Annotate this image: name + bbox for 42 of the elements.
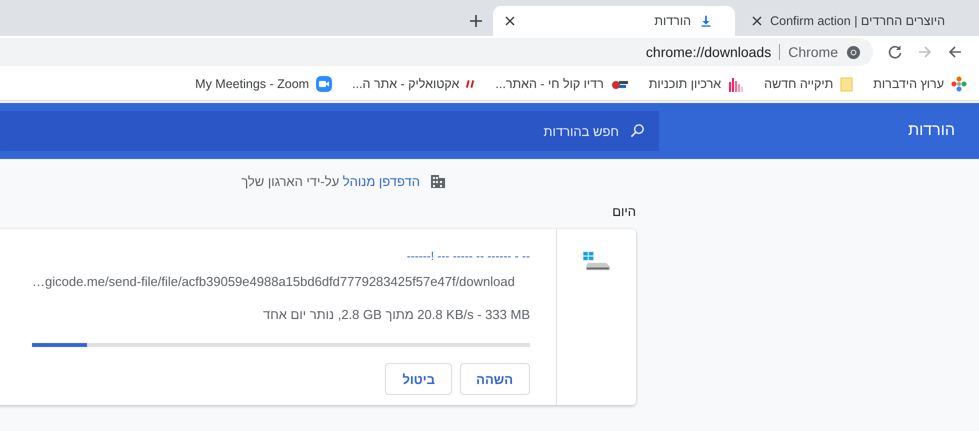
bookmark-title: ארכיון תוכניות	[648, 77, 722, 91]
section-heading: היום	[611, 204, 636, 219]
bookmark-title: רדיו קול חי - האתר...	[495, 77, 604, 91]
url-text: chrome://downloads	[646, 44, 772, 60]
bookmark[interactable]: רדיו קול חי - האתר...	[495, 77, 629, 91]
managed-notice: הדפדפן מנוהל על-ידי הארגון שלך	[241, 174, 420, 188]
folder-icon	[840, 76, 854, 92]
close-icon[interactable]	[505, 16, 515, 26]
page-title: הורדות	[907, 122, 956, 140]
chrome-icon	[846, 44, 861, 60]
close-icon[interactable]	[752, 16, 762, 26]
reload-icon[interactable]	[887, 44, 903, 60]
new-tab-icon[interactable]	[469, 14, 483, 28]
browser-tab[interactable]: הורדות	[493, 6, 735, 36]
flower-icon	[951, 76, 967, 92]
tab-title: הורדות	[654, 14, 691, 28]
search-field[interactable]: חפש בהורדות	[0, 111, 659, 151]
file-name[interactable]: -- - ------ -- ----- --- !------	[406, 249, 530, 263]
bookmark[interactable]: תיקייה חדשה	[764, 76, 854, 92]
download-icon	[699, 14, 713, 28]
bookmark[interactable]: ארכיון תוכניות	[648, 76, 744, 92]
scheme-label: Chrome	[788, 44, 838, 60]
back-icon[interactable]	[947, 44, 963, 60]
installer-icon	[582, 251, 612, 273]
bookmark-title: My Meetings - Zoom	[195, 77, 310, 91]
address-bar[interactable]: chrome://downloads Chrome	[0, 38, 873, 66]
link[interactable]: הדפדפן מנוהל	[342, 174, 420, 188]
bookmark[interactable]: ערוץ הידברות	[873, 76, 967, 92]
tab-title: היוצרים החרדים | Confirm action	[770, 14, 945, 28]
download-status: 20.8 KB/s - 333 MB מתוך 2.8 GB, נותר יום אחד	[263, 307, 530, 322]
action-button[interactable]: ביטול	[385, 363, 452, 395]
slash-marks-icon	[466, 79, 476, 89]
bookmark[interactable]: My Meetings - Zoom	[195, 76, 332, 92]
radio-logo-icon	[610, 78, 629, 90]
action-button[interactable]: השהה	[460, 363, 530, 395]
bookmark-title: ערוץ הידברות	[873, 77, 944, 91]
browser-tab[interactable]: היוצרים החרדים | Confirm action	[735, 6, 979, 36]
bookmark-title: תיקייה חדשה	[764, 77, 834, 91]
bar-chart-icon	[728, 76, 744, 92]
video-camera-icon	[316, 76, 332, 92]
building-icon	[430, 173, 446, 189]
file-url: …gicode.me/send-file/file/acfb39059e4988a15bd6dfd7779283425f57e47f/download	[32, 274, 516, 289]
